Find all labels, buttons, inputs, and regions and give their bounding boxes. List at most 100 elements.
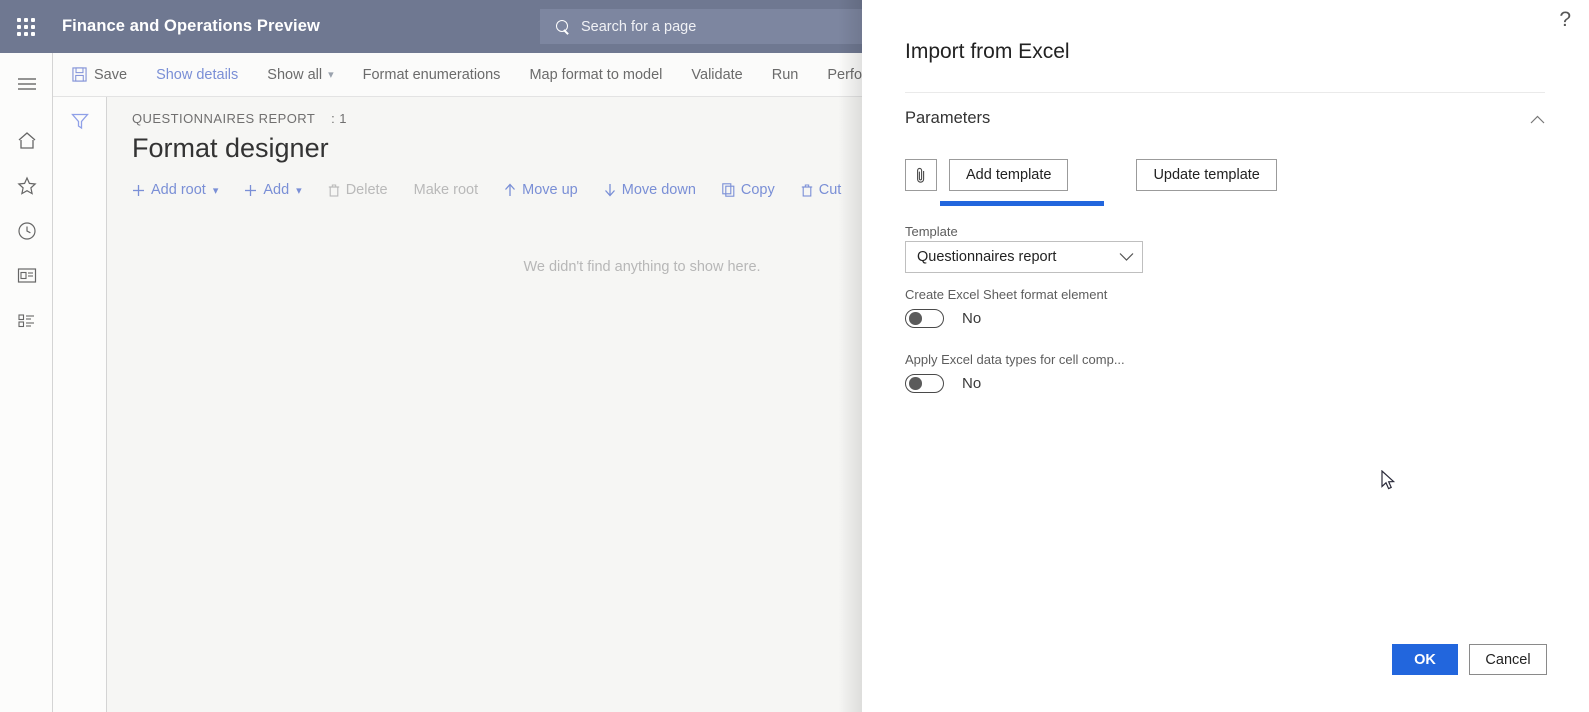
chevron-down-icon — [1119, 250, 1134, 264]
search-input[interactable]: Search for a page — [540, 9, 872, 44]
add-root-label: Add root — [151, 182, 206, 198]
save-icon — [72, 67, 87, 82]
chevron-down-icon: ▾ — [212, 184, 219, 197]
parameters-section-header[interactable]: Parameters — [905, 109, 1545, 128]
help-icon[interactable]: ? — [1559, 9, 1571, 30]
chevron-down-icon: ▾ — [328, 69, 334, 81]
import-from-excel-panel: ? Import from Excel Parameters Add templ… — [862, 0, 1589, 712]
format-enumerations-label: Format enumerations — [362, 66, 501, 83]
template-select[interactable]: Questionnaires report — [905, 241, 1143, 273]
breadcrumb-count: : 1 — [331, 111, 347, 126]
copy-icon — [722, 183, 735, 197]
attach-file-button[interactable] — [905, 159, 937, 191]
apply-types-toggle[interactable] — [905, 374, 944, 393]
copy-button[interactable]: Copy — [722, 182, 775, 198]
sidebar-item-workspaces[interactable] — [0, 253, 53, 298]
panel-title: Import from Excel — [905, 40, 1070, 63]
nav-rail — [0, 53, 53, 712]
template-button-row: Add template Update template — [905, 159, 1277, 206]
toggle-knob — [909, 312, 922, 325]
apply-types-toggle-value: No — [962, 375, 982, 392]
create-sheet-toggle-value: No — [962, 310, 982, 327]
chevron-up-icon — [1530, 111, 1545, 127]
page-title: Format designer — [132, 133, 329, 163]
arrow-up-icon — [504, 183, 516, 197]
apply-types-toggle-row: No — [905, 374, 981, 393]
plus-icon — [244, 184, 257, 197]
move-down-button[interactable]: Move down — [604, 182, 696, 198]
breadcrumb-label: QUESTIONNAIRES REPORT — [132, 111, 316, 126]
app-window: Finance and Operations Preview Search fo… — [0, 0, 1589, 712]
search-placeholder: Search for a page — [581, 18, 697, 35]
sidebar-item-favorites[interactable] — [0, 163, 53, 208]
active-tab-underline — [940, 201, 1104, 206]
chevron-down-icon: ▾ — [296, 184, 302, 197]
filter-strip — [53, 97, 107, 712]
designer-action-bar: Add root ▾ Add ▾ Delete Make root Move u… — [132, 182, 867, 198]
paperclip-icon — [917, 167, 925, 183]
create-sheet-toggle[interactable] — [905, 309, 944, 328]
sidebar-item-home[interactable] — [0, 118, 53, 163]
home-icon — [18, 132, 35, 149]
delete-button: Delete — [328, 182, 388, 198]
run-button[interactable]: Run — [772, 67, 799, 83]
panel-shadow — [838, 0, 862, 712]
save-button[interactable]: Save — [72, 67, 127, 83]
format-enumerations-button[interactable]: Format enumerations — [363, 67, 501, 83]
filter-button[interactable] — [53, 97, 107, 145]
arrow-down-icon — [604, 183, 616, 197]
copy-label: Copy — [740, 182, 775, 198]
cut-button[interactable]: Cut — [801, 182, 841, 198]
update-template-button[interactable]: Update template — [1136, 159, 1277, 191]
apply-types-toggle-label: Apply Excel data types for cell comp... — [905, 352, 1125, 367]
delete-label: Delete — [345, 182, 388, 198]
template-field-label: Template — [905, 224, 958, 239]
ok-button[interactable]: OK — [1392, 644, 1458, 675]
show-all-dropdown[interactable]: Show all ▾ — [267, 67, 333, 83]
create-sheet-toggle-row: No — [905, 309, 981, 328]
sidebar-item-modules[interactable] — [0, 298, 53, 343]
list-icon — [17, 314, 34, 328]
make-root-label: Make root — [413, 182, 479, 198]
sidebar-item-recent[interactable] — [0, 208, 53, 253]
trash-icon — [801, 184, 813, 197]
add-label: Add — [263, 182, 290, 198]
validate-button[interactable]: Validate — [691, 67, 742, 83]
parameters-section-label: Parameters — [905, 109, 991, 127]
search-icon — [556, 19, 570, 34]
waffle-grid — [17, 17, 35, 36]
map-format-label: Map format to model — [529, 66, 663, 83]
hamburger-icon — [17, 77, 36, 90]
show-details-label: Show details — [156, 66, 239, 83]
add-button[interactable]: Add ▾ — [244, 182, 302, 198]
make-root-button: Make root — [414, 182, 478, 198]
show-all-label: Show all — [267, 66, 323, 83]
trash-icon — [328, 184, 340, 197]
move-down-label: Move down — [621, 182, 696, 198]
move-up-label: Move up — [522, 182, 578, 198]
panel-divider — [905, 92, 1545, 93]
add-root-button[interactable]: Add root ▾ — [132, 182, 218, 198]
map-format-to-model-button[interactable]: Map format to model — [529, 67, 662, 83]
move-up-button[interactable]: Move up — [504, 182, 578, 198]
toggle-knob — [909, 377, 922, 390]
plus-icon — [132, 184, 145, 197]
cancel-button[interactable]: Cancel — [1469, 644, 1547, 675]
breadcrumb: QUESTIONNAIRES REPORT : 1 — [132, 111, 347, 126]
filter-funnel-icon — [71, 113, 89, 130]
show-details-button[interactable]: Show details — [156, 67, 238, 83]
run-label: Run — [771, 66, 799, 83]
create-sheet-toggle-label: Create Excel Sheet format element — [905, 287, 1108, 302]
app-launcher-icon[interactable] — [0, 0, 52, 53]
panel-footer: OK Cancel — [1392, 644, 1547, 675]
star-icon — [16, 176, 37, 195]
add-template-button[interactable]: Add template — [949, 159, 1069, 191]
validate-label: Validate — [691, 66, 743, 83]
clock-icon — [17, 221, 36, 240]
add-template-tab-wrap: Add template — [940, 159, 1104, 206]
sidebar-item-hamburger-menu[interactable] — [0, 61, 53, 106]
template-select-value: Questionnaires report — [917, 249, 1057, 265]
workspace-icon — [17, 268, 36, 283]
save-label: Save — [94, 66, 128, 83]
app-title: Finance and Operations Preview — [62, 17, 320, 35]
